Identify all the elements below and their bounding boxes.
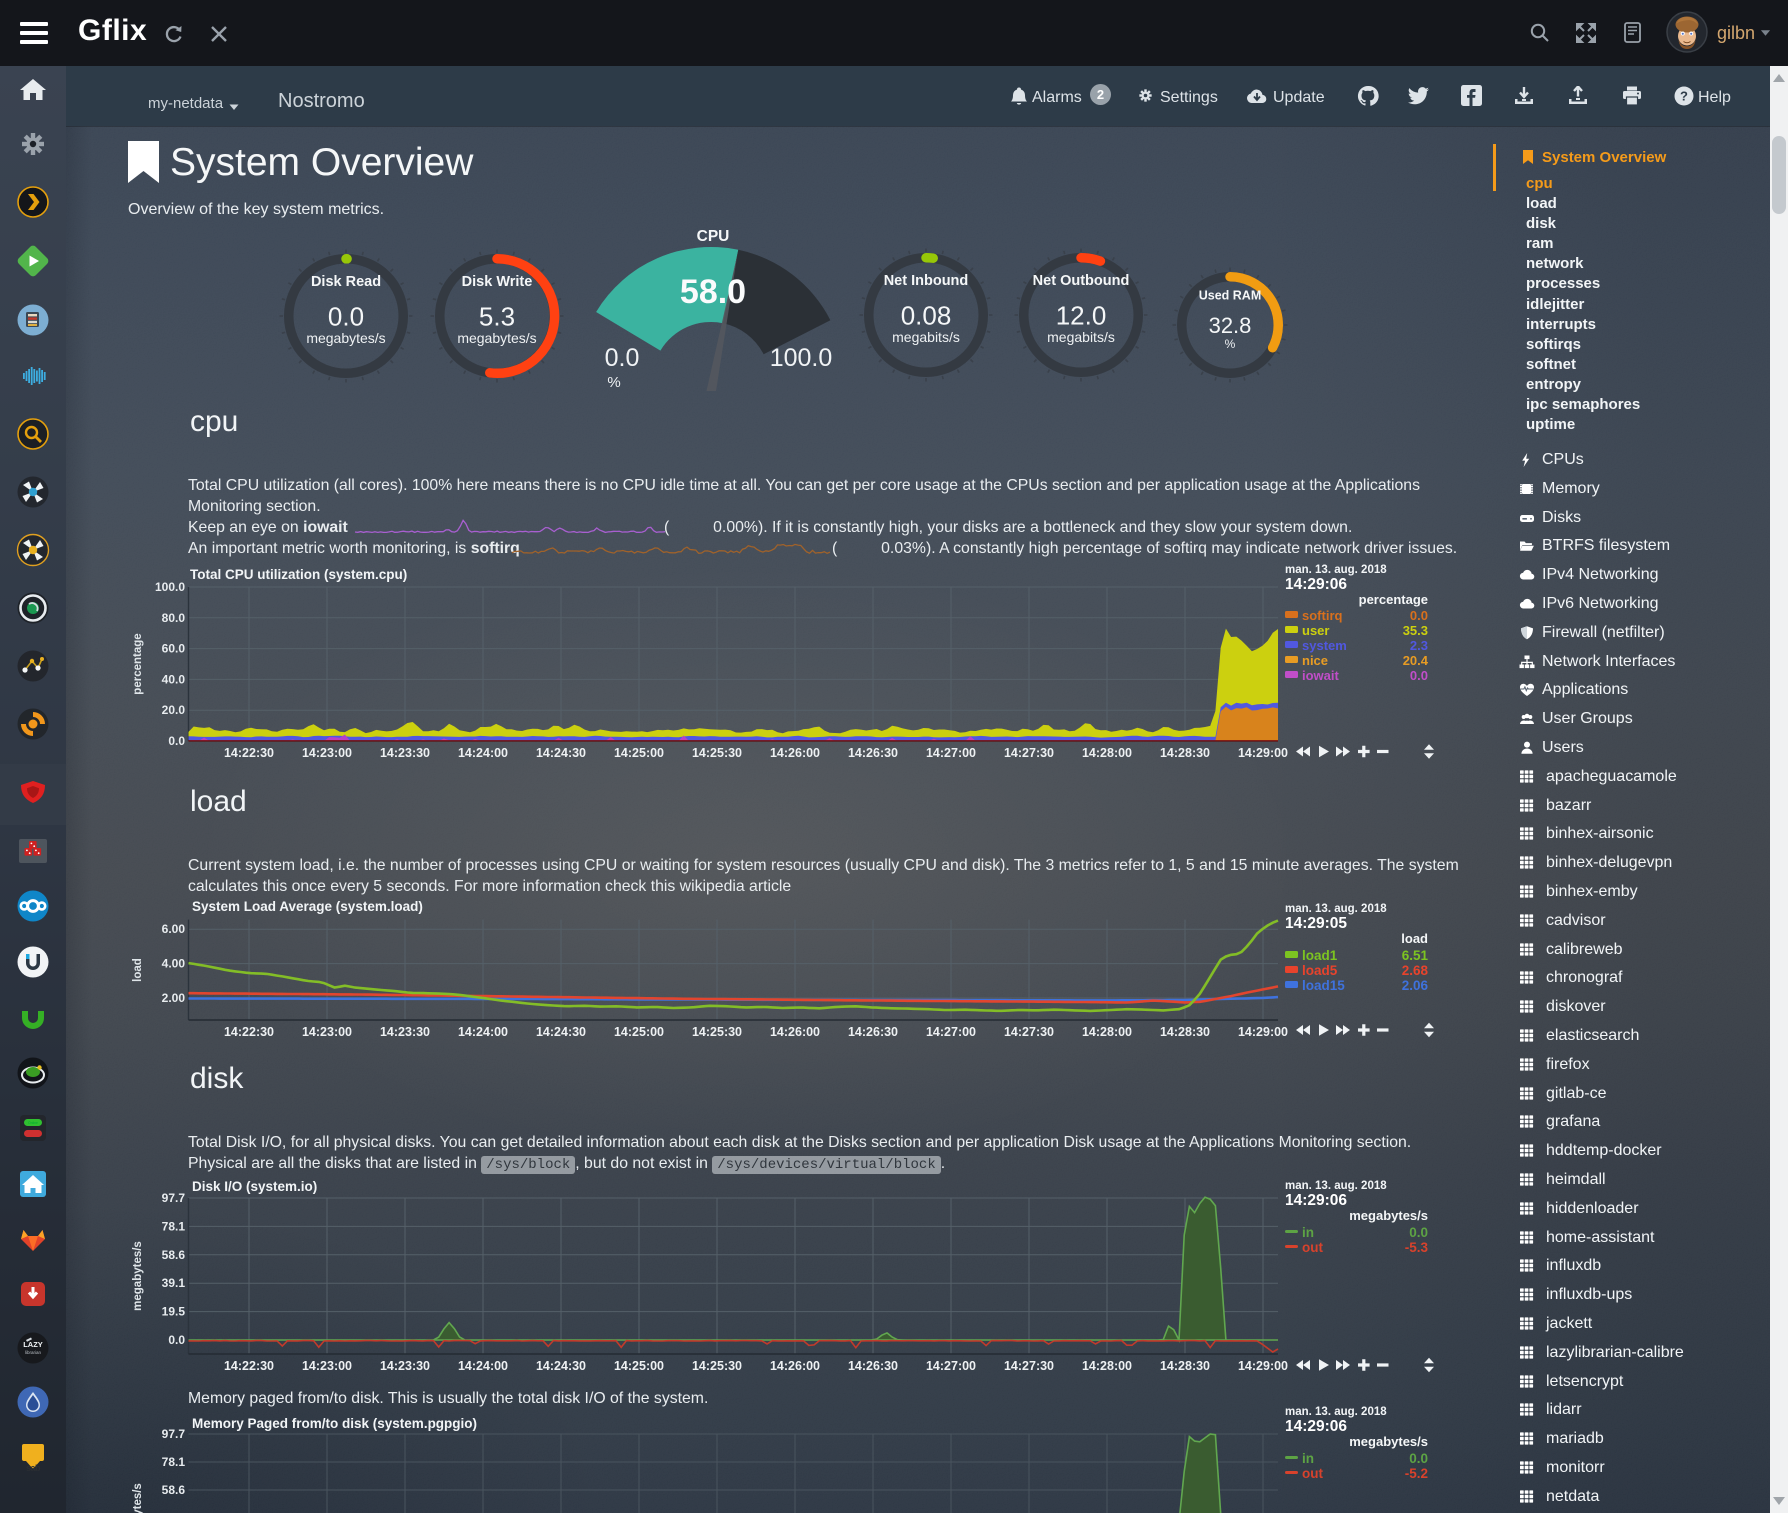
svg-text:0.08: 0.08 (901, 300, 952, 330)
svg-text:32.8: 32.8 (1209, 313, 1252, 338)
svg-text:14:29:00: 14:29:00 (1238, 1359, 1288, 1373)
svg-text:14:26:00: 14:26:00 (770, 1025, 820, 1039)
svg-text:14:26:30: 14:26:30 (848, 1359, 898, 1373)
svg-text:6.00: 6.00 (162, 922, 186, 936)
svg-text:0.0: 0.0 (605, 344, 640, 372)
svg-text:14:25:30: 14:25:30 (692, 746, 742, 760)
svg-text:14:23:00: 14:23:00 (302, 746, 352, 760)
svg-text:97.7: 97.7 (162, 1427, 186, 1441)
svg-text:Memory Paged from/to disk (sys: Memory Paged from/to disk (system.pgpgio… (192, 1416, 477, 1431)
svg-text:14:24:30: 14:24:30 (536, 746, 586, 760)
svg-text:megabytes/s: megabytes/s (457, 330, 536, 346)
svg-text:14:24:00: 14:24:00 (458, 1025, 508, 1039)
svg-text:14:25:30: 14:25:30 (692, 1359, 742, 1373)
svg-text:megabits/s: megabits/s (892, 329, 960, 345)
svg-text:78.1: 78.1 (162, 1455, 186, 1469)
svg-text:14:24:30: 14:24:30 (536, 1025, 586, 1039)
svg-text:14:25:00: 14:25:00 (614, 746, 664, 760)
svg-text:Disk I/O (system.io): Disk I/O (system.io) (192, 1179, 317, 1194)
svg-text:megabytes/s: megabytes/s (132, 1483, 144, 1513)
svg-text:14:26:30: 14:26:30 (848, 1025, 898, 1039)
svg-text:14:24:00: 14:24:00 (458, 746, 508, 760)
svg-text:0.0: 0.0 (168, 734, 185, 748)
svg-text:5.3: 5.3 (479, 301, 515, 331)
svg-text:58.6: 58.6 (162, 1483, 186, 1497)
svg-text:14:28:30: 14:28:30 (1160, 1359, 1210, 1373)
svg-text:58.0: 58.0 (680, 273, 746, 311)
svg-text:percentage: percentage (132, 633, 144, 694)
svg-text:load: load (132, 958, 144, 982)
svg-text:14:23:00: 14:23:00 (302, 1025, 352, 1039)
svg-text:Net Inbound: Net Inbound (884, 273, 969, 289)
svg-text:2.00: 2.00 (162, 991, 186, 1005)
svg-text:System Load Average (system.lo: System Load Average (system.load) (192, 899, 423, 914)
svg-text:14:27:30: 14:27:30 (1004, 1025, 1054, 1039)
svg-text:14:25:30: 14:25:30 (692, 1025, 742, 1039)
svg-text:14:24:00: 14:24:00 (458, 1359, 508, 1373)
svg-text:40.0: 40.0 (162, 672, 186, 686)
svg-text:megabytes/s: megabytes/s (306, 330, 385, 346)
svg-text:megabytes/s: megabytes/s (132, 1241, 144, 1311)
svg-text:CPU: CPU (697, 228, 730, 245)
svg-text:97.7: 97.7 (162, 1191, 186, 1205)
svg-text:Total CPU utilization (system.: Total CPU utilization (system.cpu) (190, 567, 407, 582)
svg-text:14:22:30: 14:22:30 (224, 1025, 274, 1039)
svg-text:14:23:00: 14:23:00 (302, 1359, 352, 1373)
svg-text:14:28:30: 14:28:30 (1160, 1025, 1210, 1039)
svg-text:0.0: 0.0 (328, 301, 364, 331)
svg-text:78.1: 78.1 (162, 1219, 186, 1233)
svg-text:100.0: 100.0 (770, 344, 833, 372)
svg-text:14:28:00: 14:28:00 (1082, 1025, 1132, 1039)
svg-text:58.6: 58.6 (162, 1248, 186, 1262)
svg-text:14:24:30: 14:24:30 (536, 1359, 586, 1373)
svg-text:14:23:30: 14:23:30 (380, 1359, 430, 1373)
svg-text:14:23:30: 14:23:30 (380, 1025, 430, 1039)
svg-text:14:27:30: 14:27:30 (1004, 746, 1054, 760)
svg-text:Net Outbound: Net Outbound (1033, 273, 1130, 289)
svg-text:megabits/s: megabits/s (1047, 329, 1115, 345)
svg-text:14:29:00: 14:29:00 (1238, 746, 1288, 760)
svg-text:14:28:00: 14:28:00 (1082, 1359, 1132, 1373)
svg-text:Disk Read: Disk Read (311, 274, 381, 290)
svg-text:Disk Write: Disk Write (462, 274, 533, 290)
svg-text:100.0: 100.0 (155, 580, 185, 594)
svg-text:14:27:30: 14:27:30 (1004, 1359, 1054, 1373)
svg-text:14:23:30: 14:23:30 (380, 746, 430, 760)
svg-text:14:22:30: 14:22:30 (224, 1359, 274, 1373)
svg-text:14:26:00: 14:26:00 (770, 1359, 820, 1373)
svg-text:14:28:30: 14:28:30 (1160, 746, 1210, 760)
svg-text:14:27:00: 14:27:00 (926, 1359, 976, 1373)
svg-text:%: % (607, 374, 620, 391)
svg-text:60.0: 60.0 (162, 642, 186, 656)
svg-text:0.0: 0.0 (168, 1333, 185, 1347)
svg-text:14:25:00: 14:25:00 (614, 1359, 664, 1373)
svg-text:14:25:00: 14:25:00 (614, 1025, 664, 1039)
svg-text:20.0: 20.0 (162, 703, 186, 717)
svg-text:14:22:30: 14:22:30 (224, 746, 274, 760)
svg-text:14:29:00: 14:29:00 (1238, 1025, 1288, 1039)
svg-text:14:26:00: 14:26:00 (770, 746, 820, 760)
svg-text:14:28:00: 14:28:00 (1082, 746, 1132, 760)
svg-text:Used RAM: Used RAM (1199, 289, 1262, 303)
svg-text:12.0: 12.0 (1056, 300, 1107, 330)
svg-text:19.5: 19.5 (162, 1305, 186, 1319)
svg-text:14:26:30: 14:26:30 (848, 746, 898, 760)
svg-text:%: % (1225, 337, 1236, 351)
svg-text:4.00: 4.00 (162, 957, 186, 971)
svg-text:14:27:00: 14:27:00 (926, 746, 976, 760)
svg-text:39.1: 39.1 (162, 1276, 186, 1290)
svg-text:80.0: 80.0 (162, 611, 186, 625)
svg-text:14:27:00: 14:27:00 (926, 1025, 976, 1039)
